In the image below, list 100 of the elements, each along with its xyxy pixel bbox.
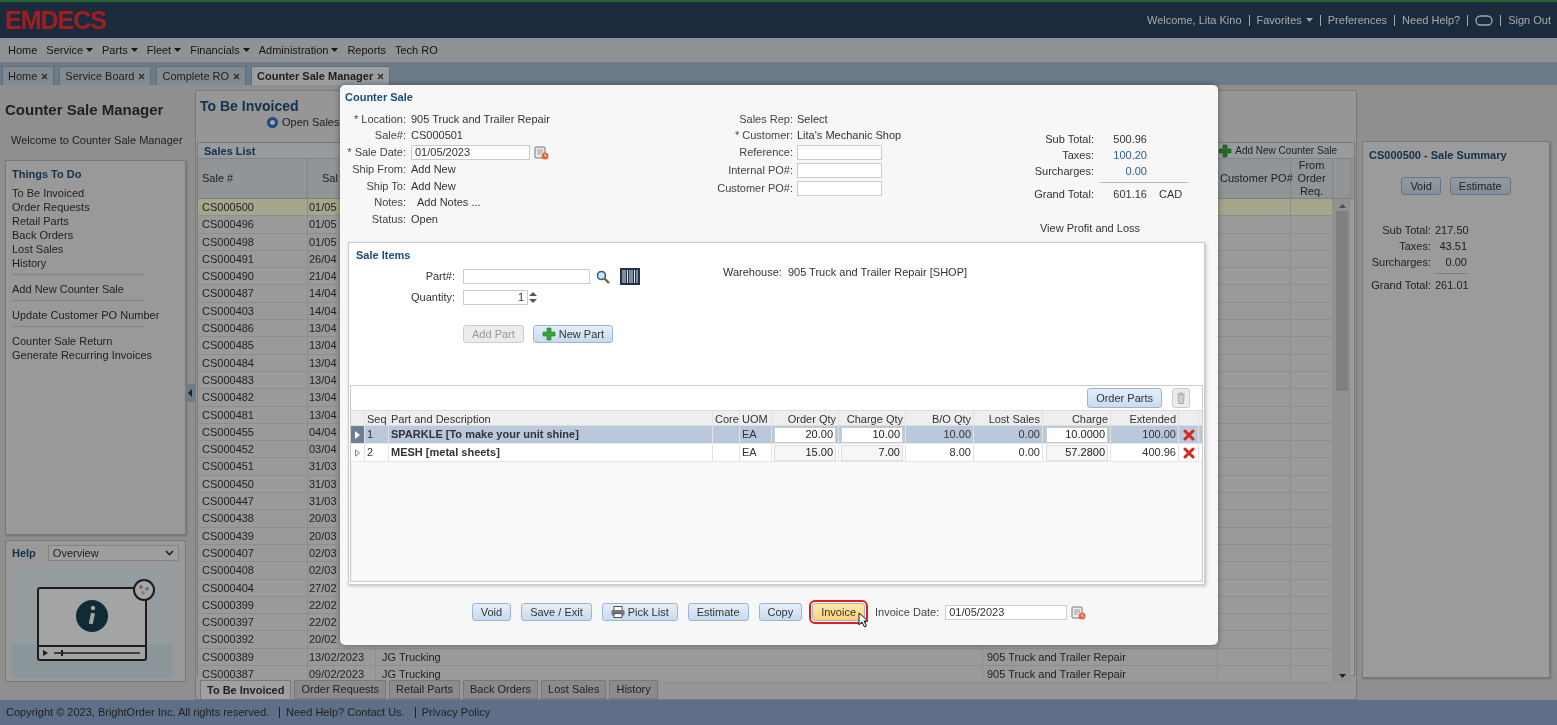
tab[interactable]: Lost Sales: [541, 680, 607, 699]
todo-link[interactable]: History: [12, 256, 47, 270]
menu-item[interactable]: Service: [46, 41, 94, 59]
tab[interactable]: Complete RO: [156, 66, 247, 85]
field-value: CS000501: [411, 128, 463, 141]
add-counter-sale-button[interactable]: Add New Counter Sale: [1218, 143, 1337, 158]
quantity-field[interactable]: 1: [463, 290, 528, 305]
table-cell: CS000389: [202, 650, 254, 663]
table-cell: CS000491: [202, 252, 254, 265]
action-button[interactable]: Invoice: [812, 603, 866, 621]
qty-field[interactable]: 10.0000: [1046, 426, 1108, 443]
column-header: Lost Sales: [988, 412, 1040, 427]
todo-link[interactable]: Retail Parts: [12, 214, 69, 228]
topic-select[interactable]: Overview: [47, 545, 179, 561]
field-label: Ship From:: [351, 162, 406, 177]
menu-item[interactable]: Financials: [190, 41, 250, 59]
field-label: Reference:: [738, 144, 793, 160]
qty-field[interactable]: 7.00: [841, 444, 903, 461]
header-link[interactable]: Need Help?: [1402, 11, 1461, 29]
menu-item[interactable]: Fleet: [146, 41, 182, 59]
field-label: Warehouse:: [723, 265, 782, 280]
total-link[interactable]: 0.00: [1100, 163, 1147, 179]
menu-item[interactable]: Tech RO: [394, 41, 438, 59]
column-header: Seq: [367, 412, 387, 427]
panel-title: CS000500 - Sale Summary: [1369, 148, 1508, 162]
date-field[interactable]: 01/05/2023: [411, 144, 530, 160]
tab[interactable]: Order Requests: [294, 680, 387, 699]
table-cell: CS000452: [202, 443, 254, 456]
field-link[interactable]: Add New: [411, 163, 456, 175]
field-label: * Sale Date:: [346, 144, 406, 160]
qty-field[interactable]: 57.2800: [1046, 444, 1108, 461]
tab[interactable]: Counter Sale Manager: [251, 66, 391, 85]
field-link[interactable]: Select: [797, 112, 828, 125]
column-header: Customer PO#: [1220, 171, 1293, 187]
tab[interactable]: Retail Parts: [389, 680, 460, 699]
table-cell-text: MESH [metal sheets]: [391, 445, 500, 461]
action-button[interactable]: Pick List: [601, 603, 678, 621]
qty-field[interactable]: 20.00: [774, 426, 836, 443]
table-cell-text: SPARKLE [To make your unit shine]: [391, 427, 579, 443]
action-button[interactable]: Save / Exit: [521, 603, 592, 621]
header-link[interactable]: Preferences: [1327, 11, 1388, 29]
todo-link[interactable]: Generate Recurring Invoices: [12, 348, 152, 362]
table-cell: CS000447: [202, 495, 254, 508]
table-cell: CS000455: [202, 425, 254, 438]
table-cell: CS000438: [202, 512, 254, 525]
table-row[interactable]: 2 MESH [metal sheets] EA 15.00 7.00 8.00 0.00 57.2800 400.96: [351, 444, 1202, 462]
menu-item[interactable]: Parts: [102, 41, 138, 59]
field-link[interactable]: Lita's Mechanic Shop: [797, 128, 902, 141]
column-header: B/O Qty: [931, 412, 971, 427]
menu-item[interactable]: Reports: [347, 41, 386, 59]
todo-link[interactable]: Add New Counter Sale: [12, 282, 124, 296]
favorites-menu[interactable]: Favorites: [1256, 11, 1313, 29]
tab[interactable]: Home: [2, 66, 55, 85]
new-part-button[interactable]: New Part: [532, 325, 614, 343]
order-parts-button[interactable]: Order Parts: [1087, 388, 1162, 408]
menu-item[interactable]: Home: [8, 41, 38, 59]
field-link[interactable]: 905 Truck and Trailer Repair: [411, 112, 550, 125]
summary-button[interactable]: Estimate: [1449, 177, 1511, 195]
todo-link[interactable]: Back Orders: [12, 228, 74, 242]
table-cell: 21/04: [309, 270, 337, 283]
welcome-text: Welcome to Counter Sale Manager: [11, 133, 184, 147]
summary-button[interactable]: Void: [1401, 177, 1441, 195]
todo-link[interactable]: Order Requests: [12, 200, 90, 214]
tab[interactable]: History: [609, 680, 658, 699]
total-value: 0.00: [1444, 255, 1467, 270]
column-header: Part and Description: [391, 412, 491, 427]
footer-link[interactable]: Need Help? Contact Us.: [286, 704, 405, 721]
header-link[interactable]: Sign Out: [1508, 11, 1551, 29]
field-label: Part#:: [424, 269, 455, 285]
table-cell: 27/02: [309, 581, 337, 594]
field-link[interactable]: Add New: [411, 179, 456, 192]
table-cell: JG Trucking: [382, 650, 441, 663]
menu-item[interactable]: Administration: [258, 41, 339, 59]
todo-link[interactable]: Lost Sales: [12, 242, 64, 256]
qty-field[interactable]: 10.00: [841, 426, 903, 443]
todo-link[interactable]: Counter Sale Return: [12, 334, 113, 348]
table-row[interactable]: 1 SPARKLE [To make your unit shine] EA 20.00 10.00 10.00 0.00 10.0000 100.00: [351, 426, 1202, 444]
column-header: UOM: [742, 412, 768, 427]
total-link[interactable]: 100.20: [1100, 147, 1147, 163]
action-button[interactable]: Copy: [758, 603, 803, 621]
table-cell: CS000408: [202, 564, 254, 577]
table-cell-text: 8.00: [949, 445, 971, 461]
field-label: Quantity:: [409, 290, 455, 306]
tab[interactable]: Back Orders: [462, 680, 539, 699]
action-button[interactable]: Estimate: [687, 603, 749, 621]
field-link[interactable]: Add Notes ...: [417, 196, 481, 208]
profit-loss-link[interactable]: View Profit and Loss: [1039, 222, 1141, 234]
todo-link[interactable]: To Be Invoiced: [12, 186, 85, 200]
action-button[interactable]: Void: [471, 603, 512, 621]
tab[interactable]: Service Board: [59, 66, 152, 85]
table-cell: 13/04: [309, 408, 337, 421]
qty-field[interactable]: 15.00: [774, 444, 836, 461]
footer-link[interactable]: Privacy Policy: [421, 704, 491, 721]
table-cell: CS000397: [202, 616, 254, 629]
table-cell: CS000439: [202, 529, 254, 542]
date-field[interactable]: 01/05/2023: [945, 604, 1068, 620]
todo-link[interactable]: Update Customer PO Number: [12, 308, 160, 322]
table-row[interactable]: CS000387 09/02/2023 JG Trucking 905 Truck and Trailer Repair: [198, 666, 1333, 684]
table-cell: 03/04: [309, 443, 337, 456]
tab[interactable]: To Be Invoiced: [200, 680, 292, 699]
